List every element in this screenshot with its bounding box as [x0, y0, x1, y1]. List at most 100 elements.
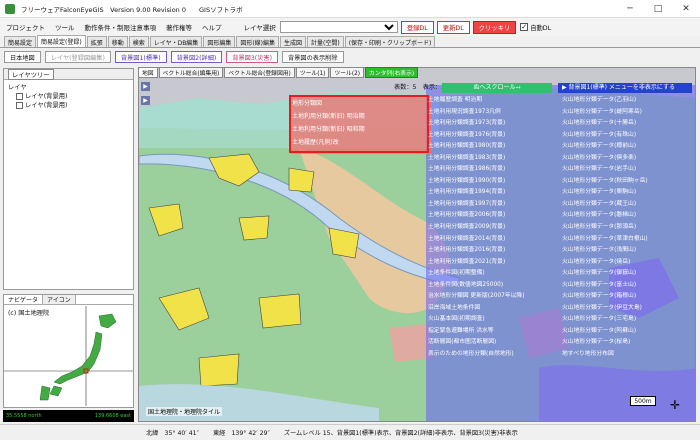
list-item[interactable]: 地すべり地形分布図: [562, 349, 648, 361]
clear-button[interactable]: クリッキリ: [472, 20, 517, 34]
list-item[interactable]: 土地条件図(初期整備): [428, 268, 524, 280]
tab-extend[interactable]: 拡張: [86, 36, 107, 47]
list-item[interactable]: 土地利用分類調査1997(背景): [428, 199, 524, 211]
background-list-button[interactable]: 背景図の表示削除: [282, 51, 344, 63]
list-item[interactable]: 土地利用分類調査2021(背景): [428, 257, 524, 269]
list-item[interactable]: 土地利用分類調査2009(背景): [428, 222, 524, 234]
checkbox-icon[interactable]: [16, 102, 23, 109]
list-item[interactable]: 火山地形分類データ(栗駒山): [562, 187, 648, 199]
list-item[interactable]: 土地利用分類調査1980(背景): [428, 141, 524, 153]
tab-map[interactable]: 地図: [138, 67, 158, 78]
menu-item-tools[interactable]: ツール: [55, 22, 75, 32]
list-item[interactable]: 火山地形分類データ(浅間山): [562, 245, 648, 257]
close-button[interactable]: ✕: [672, 0, 700, 18]
list-item[interactable]: 土地利用分類調査2016(背景): [428, 245, 524, 257]
background2-button[interactable]: 背景図2(詳細): [170, 51, 223, 63]
tab-line-edit[interactable]: 図形(線)編集: [236, 36, 280, 47]
map-play-icon-2[interactable]: ▶: [141, 96, 150, 105]
auto-dl-checkbox[interactable]: ✓ 自動DL: [520, 23, 551, 32]
list-item[interactable]: 火山地形分類データ(桜島): [562, 337, 648, 349]
tab-navigator[interactable]: ナビゲータ: [4, 295, 44, 304]
list-item[interactable]: 土地利用分類調査1990(背景): [428, 176, 524, 188]
tab-generate[interactable]: 生成図: [280, 36, 307, 47]
list-item[interactable]: 土地利用分類調査2006(背景): [428, 210, 524, 222]
list-item[interactable]: 土地利用分類調査2014(背景): [428, 234, 524, 246]
list-item[interactable]: 火山地形分類データ(御嶽山): [562, 268, 648, 280]
tree-item[interactable]: レイヤ(背景用): [8, 92, 129, 101]
tab-icon[interactable]: アイコン: [43, 295, 76, 304]
maximize-button[interactable]: □: [644, 0, 672, 18]
japan-overview-map[interactable]: [4, 306, 133, 406]
tab-simple[interactable]: 簡易設定: [4, 36, 37, 47]
tab-column-right[interactable]: カンタ列(右表示): [365, 67, 419, 78]
list-item[interactable]: 土地履歴調査 明治期: [428, 95, 524, 107]
list-item[interactable]: 火山地形分類データ(樽前山): [562, 141, 648, 153]
tab-tool-1[interactable]: ツール(1): [295, 67, 330, 78]
list-item[interactable]: 治水地形分類図 更新版(2007年以降): [428, 291, 524, 303]
list-item[interactable]: 火山地形分類データ(倶多楽): [562, 153, 648, 165]
menu-item-project[interactable]: プロジェクト: [6, 22, 45, 32]
list-item[interactable]: 火山地形分類データ(伊豆大島): [562, 303, 648, 315]
list-item[interactable]: 火山地形分類データ(草津白根山): [562, 234, 648, 246]
list-item[interactable]: 火山地形分類データ(岩手山): [562, 164, 648, 176]
list-item[interactable]: 土地利用分類調査1973(背景): [428, 118, 524, 130]
list-item[interactable]: 表示のための地形分類(自然地形): [428, 349, 524, 361]
list-item[interactable]: 火山地形分類データ(有珠山): [562, 130, 648, 142]
menu-item-landform[interactable]: 地形分類図: [292, 98, 322, 107]
japan-map-button[interactable]: 日本地図: [4, 51, 41, 63]
menu-item-conditions[interactable]: 動作条件・制限注意事項: [85, 22, 157, 32]
layer-edit-button[interactable]: レイヤ(登録図編集): [44, 51, 111, 63]
list-item[interactable]: 指定緊急避難場所 洪水等: [428, 326, 524, 338]
tab-tool-2[interactable]: ツール(2): [330, 67, 365, 78]
list-item[interactable]: 活断層図(都市圏活断層図): [428, 337, 524, 349]
layer-select-dropdown[interactable]: [279, 21, 398, 33]
list-item[interactable]: 火山地形分類データ(富士山): [562, 280, 648, 292]
list-item[interactable]: 沿岸海域土地条件図: [428, 303, 524, 315]
list-item[interactable]: 火山地形分類データ(蔵王山): [562, 199, 648, 211]
checkbox-icon[interactable]: [16, 93, 23, 100]
tab-measure[interactable]: 計量(空間): [307, 36, 344, 47]
list-item[interactable]: 火山地形分類データ(秋田駒ヶ岳): [562, 176, 648, 188]
update-dl-button[interactable]: 更新DL: [436, 20, 470, 34]
map-play-icon[interactable]: ▶: [141, 82, 150, 91]
list-item[interactable]: 土地利用分類調査1994(背景): [428, 187, 524, 199]
hide-menu-button[interactable]: ▶ 背景図1(標準) メニューを非表示にする: [558, 83, 692, 93]
menu-item-land-history[interactable]: 土地履歴(凡例)改: [292, 137, 339, 146]
list-item[interactable]: 土地利用現況調査1973凡例: [428, 107, 524, 119]
tree-root[interactable]: レイヤ: [8, 83, 129, 92]
list-item[interactable]: 土地条件図(数値地図25000): [428, 280, 524, 292]
list-item[interactable]: 火山地形分類データ(三宅島): [562, 314, 648, 326]
list-item[interactable]: 火山地形分類データ(十勝岳): [562, 118, 648, 130]
map-tabs: 地図 ベクトル総合(編集用) ベクトル総合(登録図用) ツール(1) ツール(2…: [138, 67, 419, 78]
tab-save-print[interactable]: (保存・印刷・クリップボード): [344, 36, 436, 47]
tab-search[interactable]: 検索: [128, 36, 149, 47]
list-item[interactable]: 火山地形分類データ(焼岳): [562, 257, 648, 269]
background1-button[interactable]: 背景図1(標準): [114, 51, 167, 63]
menu-item-landuse-meiji[interactable]: 土地利用分類(新旧) 明治期: [292, 111, 365, 120]
tab-simple-register[interactable]: 簡易設定(登録): [37, 35, 86, 47]
layer-tree-tab[interactable]: レイヤツリー: [8, 68, 54, 80]
list-item[interactable]: 火山地形分類データ(阿蘇山): [562, 326, 648, 338]
list-item[interactable]: 火山地形分類データ(乙羽山): [562, 95, 648, 107]
background3-button[interactable]: 背景図3(災害): [226, 51, 279, 63]
list-item[interactable]: 火山地形分類データ(雌阿寒岳): [562, 107, 648, 119]
menu-item-copyright[interactable]: 著作権等: [166, 22, 192, 32]
list-item[interactable]: 火山地形分類データ(箱根山): [562, 291, 648, 303]
tab-move[interactable]: 移動: [107, 36, 128, 47]
list-item[interactable]: 土地利用分類調査1986(背景): [428, 164, 524, 176]
list-item[interactable]: 火山地形分類データ(那須岳): [562, 222, 648, 234]
menu-item-landuse-showa[interactable]: 土地利用分類(新旧) 昭和期: [292, 124, 365, 133]
minimize-button[interactable]: ─: [616, 0, 644, 18]
list-item[interactable]: 土地利用分類調査1976(背景): [428, 130, 524, 142]
list-item[interactable]: 火山地形分類データ(磐梯山): [562, 210, 648, 222]
tab-layer-db[interactable]: レイヤ・DB編集: [149, 36, 203, 47]
tab-vector-register[interactable]: ベクトル総合(登録図用): [224, 67, 295, 78]
menu-item-help[interactable]: ヘルプ: [202, 22, 222, 32]
scroll-help-button[interactable]: ぬヘスクロール→: [442, 83, 552, 93]
tab-shape-edit[interactable]: 図形編集: [203, 36, 236, 47]
list-item[interactable]: 土地利用分類調査1983(背景): [428, 153, 524, 165]
tab-vector-edit[interactable]: ベクトル総合(編集用): [158, 67, 224, 78]
tree-item[interactable]: レイヤ(背景用): [8, 101, 129, 110]
list-item[interactable]: 火山基本図(初期調査): [428, 314, 524, 326]
register-dl-button[interactable]: 登録DL: [400, 20, 434, 34]
